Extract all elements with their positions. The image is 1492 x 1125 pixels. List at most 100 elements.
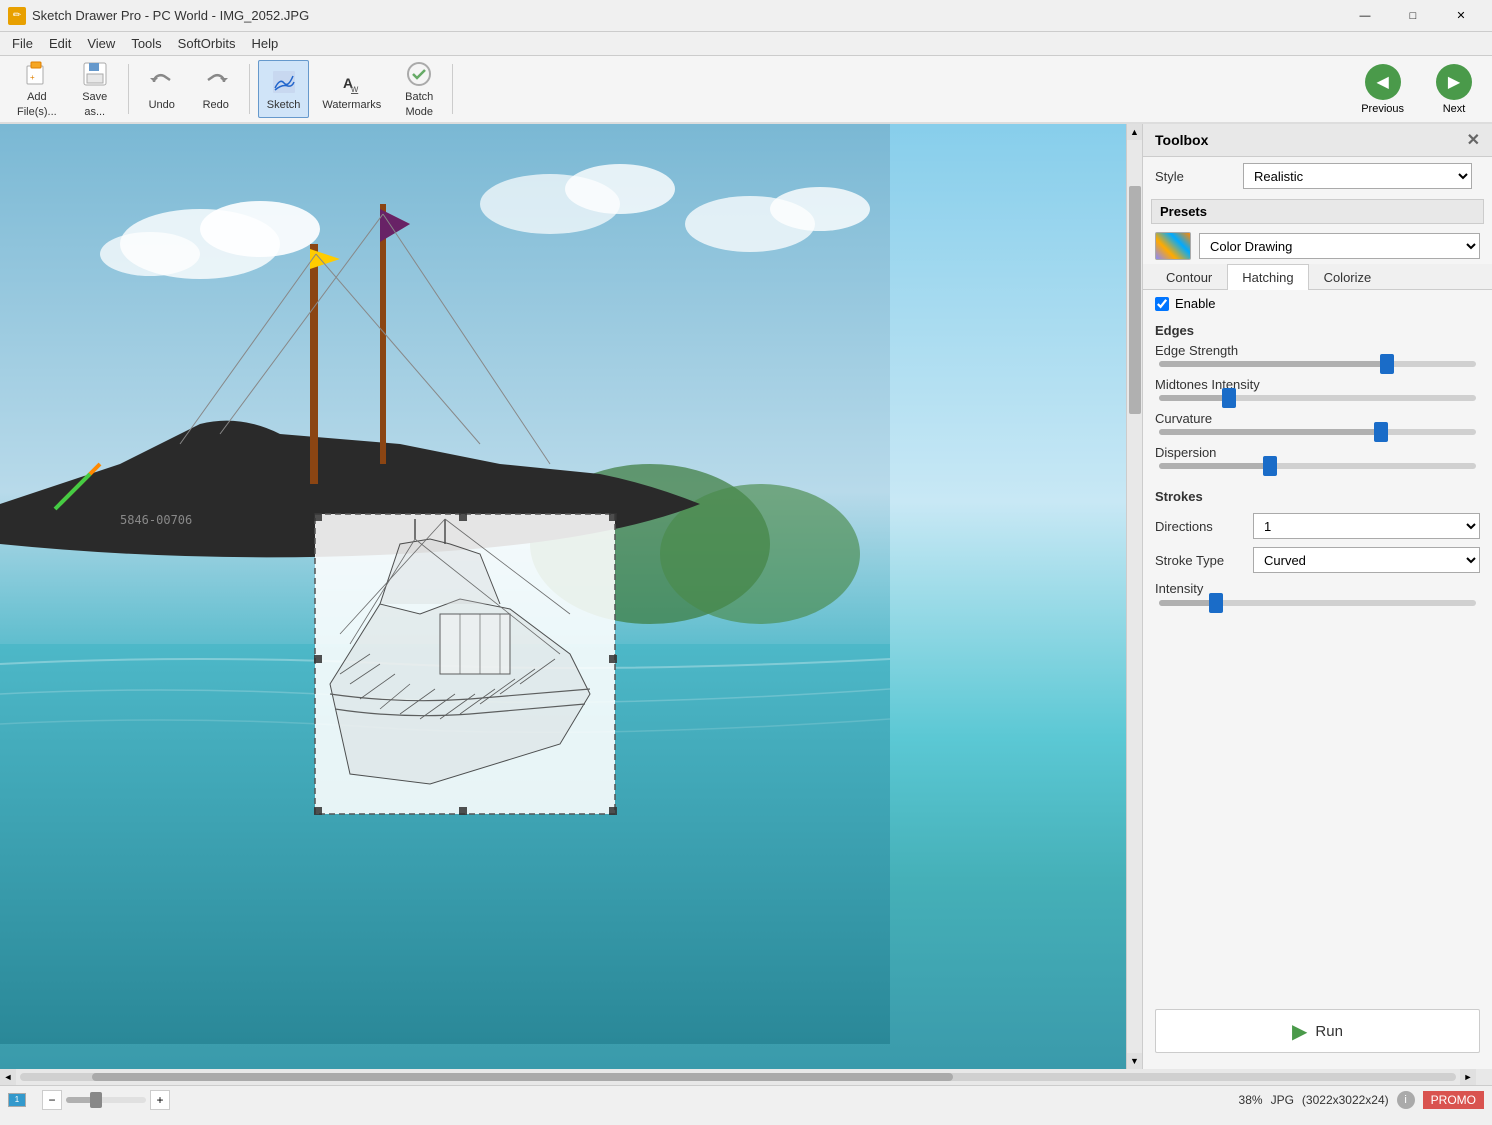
- watermarks-button[interactable]: Aw Watermarks: [313, 60, 390, 118]
- title-left: ✏ Sketch Drawer Pro - PC World - IMG_205…: [8, 7, 309, 25]
- next-icon: ▶: [1436, 64, 1472, 100]
- minimize-button[interactable]: —: [1342, 1, 1388, 31]
- menu-softorbits[interactable]: SoftOrbits: [170, 34, 244, 53]
- intensity-row: Intensity: [1155, 581, 1480, 606]
- curvature-row: Curvature: [1143, 409, 1492, 443]
- curvature-thumb[interactable]: [1374, 422, 1388, 442]
- batch-mode-label: Batch: [405, 91, 433, 103]
- scroll-corner: [1476, 1069, 1492, 1085]
- stroke-type-select[interactable]: Curved Straight: [1253, 547, 1480, 573]
- style-row: Style Realistic: [1143, 157, 1492, 195]
- watermarks-icon: Aw: [338, 68, 366, 96]
- directions-row: Directions 1 2 3: [1155, 513, 1480, 539]
- tabs: Contour Hatching Colorize: [1143, 264, 1492, 290]
- menu-help[interactable]: Help: [243, 34, 286, 53]
- batch-mode-button[interactable]: Batch Mode: [394, 60, 444, 118]
- intensity-thumb[interactable]: [1209, 593, 1223, 613]
- svg-text:+: +: [30, 73, 35, 82]
- menu-edit[interactable]: Edit: [41, 34, 79, 53]
- intensity-fill: [1159, 600, 1216, 606]
- vertical-scrollbar[interactable]: ▲ ▼: [1126, 124, 1142, 1069]
- titlebar: ✏ Sketch Drawer Pro - PC World - IMG_205…: [0, 0, 1492, 32]
- undo-button[interactable]: Undo: [137, 60, 187, 118]
- hscroll-left-button[interactable]: ◄: [0, 1069, 16, 1085]
- zoom-slider[interactable]: [66, 1097, 146, 1103]
- menu-view[interactable]: View: [79, 34, 123, 53]
- zoom-in-button[interactable]: +: [150, 1090, 170, 1110]
- vscroll-thumb[interactable]: [1129, 186, 1141, 414]
- previous-button[interactable]: ◀ Previous: [1349, 60, 1416, 119]
- save-as-button[interactable]: Save as...: [70, 60, 120, 118]
- intensity-track[interactable]: [1159, 600, 1476, 606]
- zoom-thumb[interactable]: [90, 1092, 102, 1108]
- info-button[interactable]: i: [1397, 1091, 1415, 1109]
- preset-select-row: Color Drawing: [1143, 228, 1492, 264]
- save-as-sublabel: as...: [84, 106, 105, 118]
- horizontal-scrollbar[interactable]: ◄ ►: [0, 1069, 1476, 1085]
- run-area: ▶ Run: [1143, 993, 1492, 1069]
- vscroll-track[interactable]: [1127, 140, 1142, 1053]
- next-label: Next: [1443, 103, 1466, 115]
- presets-label: Presets: [1160, 204, 1207, 219]
- window-controls: — □ ✕: [1342, 1, 1484, 31]
- enable-label: Enable: [1175, 296, 1215, 311]
- midtones-track[interactable]: [1159, 395, 1476, 401]
- run-label: Run: [1315, 1023, 1343, 1040]
- zoom-percent: 38%: [1239, 1093, 1263, 1107]
- midtones-thumb[interactable]: [1222, 388, 1236, 408]
- canvas-area[interactable]: 5846-00706: [0, 124, 1126, 1069]
- tab-hatching[interactable]: Hatching: [1227, 264, 1308, 290]
- batch-mode-sublabel: Mode: [405, 106, 433, 118]
- edge-strength-track[interactable]: [1159, 361, 1476, 367]
- vscroll-up-button[interactable]: ▲: [1127, 124, 1143, 140]
- status-right: 38% JPG (3022x3022x24) i PROMO: [1239, 1091, 1484, 1109]
- next-button[interactable]: ▶ Next: [1424, 60, 1484, 119]
- redo-button[interactable]: Redo: [191, 60, 241, 118]
- enable-checkbox[interactable]: [1155, 297, 1169, 311]
- menu-tools[interactable]: Tools: [123, 34, 169, 53]
- midtones-fill: [1159, 395, 1229, 401]
- previous-icon: ◀: [1365, 64, 1401, 100]
- zoom-out-button[interactable]: −: [42, 1090, 62, 1110]
- dispersion-track[interactable]: [1159, 463, 1476, 469]
- strokes-section-header: Strokes: [1143, 483, 1492, 507]
- maximize-button[interactable]: □: [1390, 1, 1436, 31]
- tab-colorize[interactable]: Colorize: [1309, 264, 1387, 290]
- midtones-label: Midtones Intensity: [1155, 377, 1480, 392]
- run-button[interactable]: ▶ Run: [1155, 1009, 1480, 1053]
- app-icon: ✏: [8, 7, 26, 25]
- main-area: 5846-00706: [0, 124, 1492, 1069]
- tab-contour[interactable]: Contour: [1151, 264, 1227, 290]
- hscroll-thumb[interactable]: [92, 1073, 954, 1081]
- dispersion-thumb[interactable]: [1263, 456, 1277, 476]
- style-select[interactable]: Realistic: [1243, 163, 1472, 189]
- directions-label: Directions: [1155, 519, 1245, 534]
- zoom-controls: − +: [42, 1090, 170, 1110]
- sketch-button[interactable]: Sketch: [258, 60, 310, 118]
- redo-label: Redo: [203, 99, 229, 111]
- undo-icon: [148, 68, 176, 96]
- presets-icon: [1155, 232, 1191, 260]
- toolbox-spacer: [1143, 612, 1492, 993]
- promo-button[interactable]: PROMO: [1423, 1091, 1484, 1109]
- hscroll-right-button[interactable]: ►: [1460, 1069, 1476, 1085]
- menu-file[interactable]: File: [4, 34, 41, 53]
- edge-strength-thumb[interactable]: [1380, 354, 1394, 374]
- preset-select[interactable]: Color Drawing: [1199, 233, 1480, 259]
- redo-icon: [202, 68, 230, 96]
- add-files-button[interactable]: + Add File(s)...: [8, 60, 66, 118]
- curvature-track[interactable]: [1159, 429, 1476, 435]
- hscroll-track[interactable]: [20, 1073, 1456, 1081]
- edge-strength-label: Edge Strength: [1155, 343, 1480, 358]
- dispersion-row: Dispersion: [1143, 443, 1492, 477]
- toolbox-close-button[interactable]: ✕: [1467, 130, 1480, 150]
- undo-label: Undo: [149, 99, 175, 111]
- close-button[interactable]: ✕: [1438, 1, 1484, 31]
- batch-mode-icon: [405, 60, 433, 88]
- dispersion-label: Dispersion: [1155, 445, 1480, 460]
- strokes-section: Directions 1 2 3 Stroke Type Curved Stra…: [1143, 507, 1492, 612]
- vscroll-down-button[interactable]: ▼: [1127, 1053, 1143, 1069]
- file-format: JPG: [1271, 1093, 1294, 1107]
- window-title: Sketch Drawer Pro - PC World - IMG_2052.…: [32, 8, 309, 23]
- directions-select[interactable]: 1 2 3: [1253, 513, 1480, 539]
